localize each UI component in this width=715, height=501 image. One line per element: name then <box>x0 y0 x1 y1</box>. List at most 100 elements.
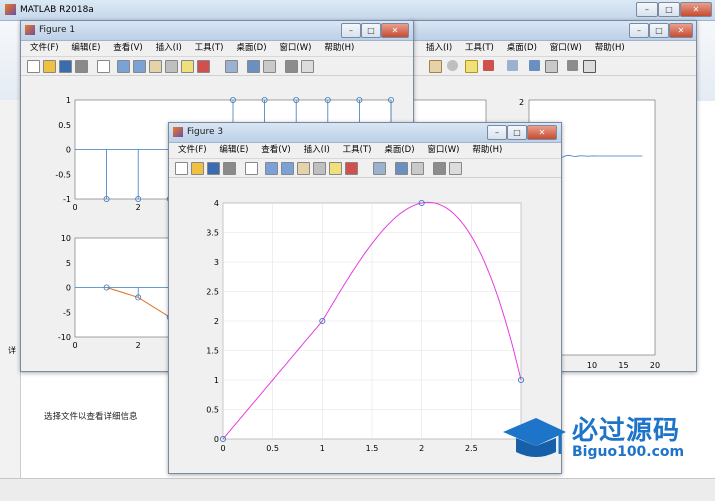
figure3-title-bar: Figure 3 – □ ✕ <box>169 123 561 143</box>
figure2-menubar: 插入(I) 工具(T) 桌面(D) 窗口(W) 帮助(H) <box>411 41 696 57</box>
fig3-rotate-icon[interactable] <box>313 162 326 175</box>
fig3-ytick: 1.5 <box>206 347 219 356</box>
fig1-top-ytick: 0 <box>66 146 71 155</box>
figure2-minimize-button[interactable]: – <box>629 23 649 38</box>
fig3-brush-icon[interactable] <box>345 162 358 175</box>
fig3-link-icon[interactable] <box>373 162 386 175</box>
figure2-maximize-button[interactable]: □ <box>649 23 669 38</box>
fig1-link-icon[interactable] <box>225 60 238 73</box>
fig3-ytick: 3 <box>214 258 219 267</box>
fig3-save-icon[interactable] <box>207 162 220 175</box>
fig1-grid-icon[interactable] <box>285 60 298 73</box>
figure2-title-bar: – □ ✕ <box>411 21 696 41</box>
fig2-menu-window[interactable]: 窗口(W) <box>545 41 587 56</box>
fig2-menu-insert[interactable]: 插入(I) <box>421 41 457 56</box>
figure3-maximize-button[interactable]: □ <box>507 125 527 140</box>
fig1-menu-desktop[interactable]: 桌面(D) <box>231 41 271 56</box>
fig1-menu-help[interactable]: 帮助(H) <box>319 41 359 56</box>
fig1-zoom-out-icon[interactable] <box>133 60 146 73</box>
figure3-toolbar <box>169 159 561 178</box>
detail-tab-label[interactable]: 详 <box>8 345 16 356</box>
fig3-grid-icon[interactable] <box>433 162 446 175</box>
figure2-close-button[interactable]: ✕ <box>669 23 693 38</box>
fig3-print-icon[interactable] <box>223 162 236 175</box>
fig1-top-xtick: 2 <box>136 203 141 212</box>
fig1-menu-view[interactable]: 查看(V) <box>108 41 147 56</box>
figure1-toolbar <box>21 57 413 76</box>
fig1-zoom-in-icon[interactable] <box>117 60 130 73</box>
fig3-menu-tools[interactable]: 工具(T) <box>338 143 377 158</box>
fig2-colorbar-icon[interactable] <box>529 60 540 71</box>
fig1-bottom-ytick: 10 <box>61 234 71 243</box>
fig3-pointer-icon[interactable] <box>245 162 258 175</box>
main-maximize-button[interactable]: □ <box>658 2 680 17</box>
fig3-ytick: 2.5 <box>206 288 219 297</box>
fig3-plot-tools-icon[interactable] <box>449 162 462 175</box>
fig1-menu-tools[interactable]: 工具(T) <box>190 41 229 56</box>
main-status-bar <box>0 478 715 501</box>
fig2-ytick-2: 2 <box>519 98 524 107</box>
fig3-menu-window[interactable]: 窗口(W) <box>422 143 464 158</box>
fig2-data-cursor-icon[interactable] <box>465 60 478 73</box>
fig1-menu-file[interactable]: 文件(F) <box>25 41 64 56</box>
fig1-menu-edit[interactable]: 编辑(E) <box>66 41 105 56</box>
figure1-title-bar: Figure 1 – □ ✕ <box>21 21 413 41</box>
fig3-ytick: 0.5 <box>206 406 219 415</box>
fig2-grid-icon[interactable] <box>567 60 578 71</box>
fig3-data-cursor-icon[interactable] <box>329 162 342 175</box>
fig1-plot-tools-icon[interactable] <box>301 60 314 73</box>
figure1-minimize-button[interactable]: – <box>341 23 361 38</box>
fig2-legend-icon[interactable] <box>545 60 558 73</box>
fig3-menu-desktop[interactable]: 桌面(D) <box>379 143 419 158</box>
fig1-menu-insert[interactable]: 插入(I) <box>151 41 187 56</box>
fig2-brush-icon[interactable] <box>483 60 494 71</box>
fig3-menu-file[interactable]: 文件(F) <box>173 143 212 158</box>
fig1-pointer-icon[interactable] <box>97 60 110 73</box>
fig3-menu-edit[interactable]: 编辑(E) <box>214 143 253 158</box>
fig1-brush-icon[interactable] <box>197 60 210 73</box>
fig3-new-file-icon[interactable] <box>175 162 188 175</box>
main-close-button[interactable]: ✕ <box>680 2 712 17</box>
fig3-menu-insert[interactable]: 插入(I) <box>299 143 335 158</box>
fig2-link-icon[interactable] <box>507 60 518 71</box>
figure2-toolbar <box>411 57 696 76</box>
watermark-en: Biguo100.com <box>572 444 685 460</box>
fig1-print-icon[interactable] <box>75 60 88 73</box>
figure3-close-button[interactable]: ✕ <box>527 125 557 140</box>
fig1-rotate-icon[interactable] <box>165 60 178 73</box>
matlab-logo-icon <box>5 4 16 15</box>
fig3-pan-icon[interactable] <box>297 162 310 175</box>
fig1-legend-icon[interactable] <box>263 60 276 73</box>
fig3-xtick: 0 <box>220 444 225 453</box>
fig2-menu-tools[interactable]: 工具(T) <box>460 41 499 56</box>
fig1-save-icon[interactable] <box>59 60 72 73</box>
fig3-colorbar-icon[interactable] <box>395 162 408 175</box>
main-window-title: MATLAB R2018a <box>20 5 94 15</box>
fig1-top-ytick: -1 <box>63 195 71 204</box>
fig1-top-ytick: 0.5 <box>58 121 71 130</box>
fig1-new-file-icon[interactable] <box>27 60 40 73</box>
figure3-minimize-button[interactable]: – <box>487 125 507 140</box>
fig3-ytick: 0 <box>214 435 219 444</box>
figure1-maximize-button[interactable]: □ <box>361 23 381 38</box>
fig3-ytick: 4 <box>214 199 219 208</box>
main-minimize-button[interactable]: – <box>636 2 658 17</box>
fig3-menu-view[interactable]: 查看(V) <box>256 143 295 158</box>
fig2-pan-icon[interactable] <box>429 60 442 73</box>
fig1-colorbar-icon[interactable] <box>247 60 260 73</box>
fig2-rotate-icon[interactable] <box>447 60 458 71</box>
fig1-menu-window[interactable]: 窗口(W) <box>274 41 316 56</box>
fig2-plot-tools-icon[interactable] <box>583 60 596 73</box>
fig2-menu-desktop[interactable]: 桌面(D) <box>502 41 542 56</box>
fig3-zoom-out-icon[interactable] <box>281 162 294 175</box>
fig3-zoom-in-icon[interactable] <box>265 162 278 175</box>
fig3-legend-icon[interactable] <box>411 162 424 175</box>
fig2-menu-help[interactable]: 帮助(H) <box>590 41 630 56</box>
fig1-pan-icon[interactable] <box>149 60 162 73</box>
figure1-close-button[interactable]: ✕ <box>381 23 409 38</box>
fig1-open-folder-icon[interactable] <box>43 60 56 73</box>
fig1-data-cursor-icon[interactable] <box>181 60 194 73</box>
fig3-open-folder-icon[interactable] <box>191 162 204 175</box>
fig3-menu-help[interactable]: 帮助(H) <box>467 143 507 158</box>
fig2-xtick: 20 <box>650 361 660 370</box>
